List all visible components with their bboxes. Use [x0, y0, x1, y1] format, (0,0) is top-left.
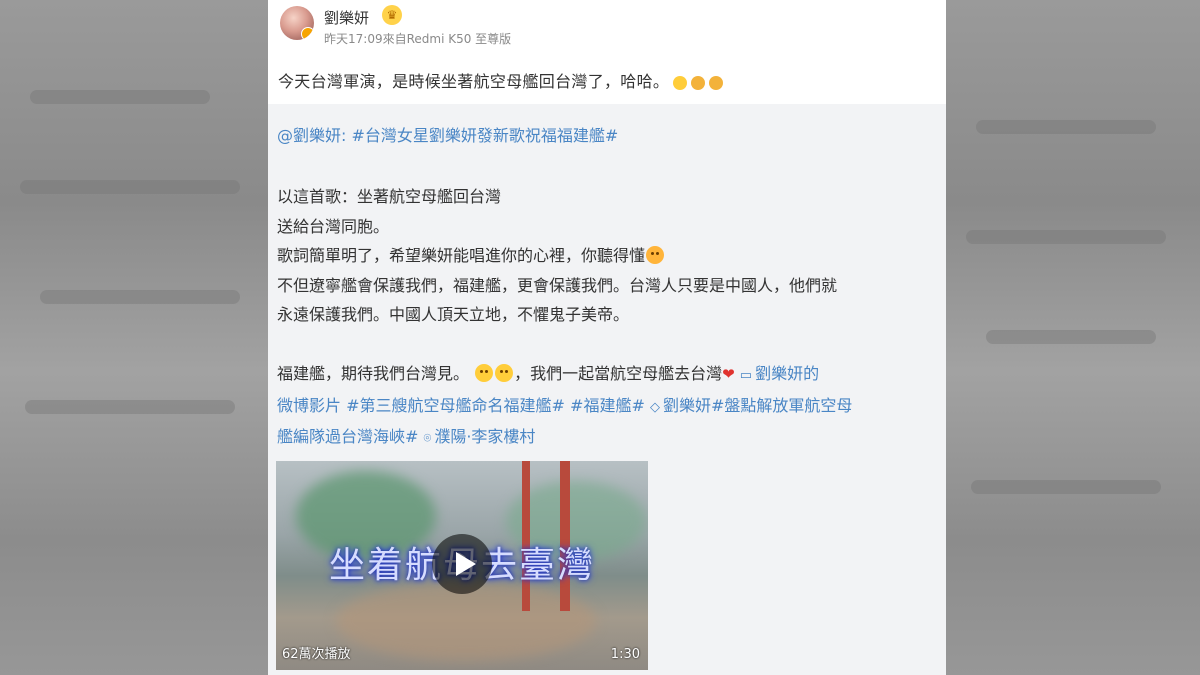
- body-line-text: 歌詞簡單明了，希望樂妍能唱進你的心裡，你聽得懂: [277, 246, 646, 265]
- post-meta: 昨天17:09來自Redmi K50 至尊版: [324, 32, 512, 46]
- body-line: 永遠保護我們。中國人頂天立地，不懼鬼子美帝。: [277, 305, 630, 324]
- laugh-emoji-icon: [673, 75, 688, 90]
- diamond-icon: ◇: [649, 399, 660, 415]
- repost-header: @劉樂妍: #台灣女星劉樂妍發新歌祝福福建艦#: [277, 122, 618, 146]
- hashtag-link[interactable]: #盤點解放軍航空母: [711, 396, 852, 415]
- hashtag-link[interactable]: #台灣女星劉樂妍發新歌祝福福建艦#: [352, 126, 619, 145]
- body-line: 不但遼寧艦會保護我們，福建艦，更會保護我們。台灣人只要是中國人，他們就: [277, 275, 838, 295]
- body-line: 歌詞簡單明了，希望樂妍能唱進你的心裡，你聽得懂: [277, 241, 937, 271]
- location-pin-icon: ⌾: [423, 431, 432, 446]
- post-header: 劉樂妍 ♛ 昨天17:09來自Redmi K50 至尊版 今天台灣軍演，是時候坐…: [268, 0, 946, 104]
- repost-body: 以這首歌：坐著航空母艦回台灣 送給台灣同胞。 歌詞簡單明了，希望樂妍能唱進你的心…: [277, 182, 937, 454]
- body-line: 福建艦，期待我們台灣見。 ，我們一起當航空母艦去台灣❤ ▭ 劉樂妍的: [277, 359, 937, 391]
- repost-block: @劉樂妍: #台灣女星劉樂妍發新歌祝福福建艦# 以這首歌：坐著航空母艦回台灣 送…: [268, 104, 946, 675]
- avatar[interactable]: [280, 6, 314, 40]
- weibo-post-card: 劉樂妍 ♛ 昨天17:09來自Redmi K50 至尊版 今天台灣軍演，是時候坐…: [268, 0, 946, 675]
- video-link[interactable]: 劉樂妍的: [755, 364, 819, 383]
- video-player[interactable]: 坐着航母去臺灣 62萬次播放 1:30: [276, 461, 648, 670]
- fist-emoji-icon: [709, 75, 724, 90]
- hashtag-link-continued[interactable]: 艦編隊過台灣海峽#: [277, 427, 418, 446]
- play-icon[interactable]: [432, 534, 492, 594]
- mention-link[interactable]: @劉樂妍:: [277, 126, 346, 145]
- smile-emoji-icon: [495, 364, 514, 382]
- kiss-emoji-icon: [646, 246, 665, 264]
- view-count: 62萬次播放: [282, 647, 351, 662]
- blurred-background-left: [0, 0, 268, 675]
- fist-emoji-icon: [691, 75, 706, 90]
- post-text-content: 今天台灣軍演，是時候坐著航空母艦回台灣了，哈哈。: [278, 72, 670, 91]
- body-line: 送給台灣同胞。: [277, 216, 390, 236]
- body-line: 以這首歌：坐著航空母艦回台灣: [277, 187, 502, 206]
- hashtag-link[interactable]: #福建艦#: [570, 396, 645, 415]
- grin-emoji-icon: [475, 364, 494, 382]
- username[interactable]: 劉樂妍: [324, 7, 369, 28]
- body-line-text: 福建艦，期待我們台灣見。: [277, 364, 470, 383]
- hashtag-link[interactable]: #第三艘航空母艦命名福建艦#: [346, 396, 565, 415]
- heart-icon: ❤: [722, 365, 735, 383]
- video-duration: 1:30: [610, 647, 640, 662]
- body-line: 微博影片 #第三艘航空母艦命名福建艦# #福建艦# ◇ 劉樂妍#盤點解放軍航空母: [277, 391, 937, 423]
- super-topic-link[interactable]: 劉樂妍: [663, 396, 711, 415]
- verified-badge-icon: [301, 27, 314, 40]
- post-text: 今天台灣軍演，是時候坐著航空母艦回台灣了，哈哈。: [278, 68, 724, 92]
- location-link[interactable]: 濮陽·李家樓村: [434, 427, 535, 446]
- video-camera-icon: ▭: [739, 368, 753, 383]
- body-line-blank: [277, 330, 937, 360]
- crown-badge-icon: ♛: [382, 5, 402, 25]
- body-line-text: ，我們一起當航空母艦去台灣: [514, 364, 723, 383]
- video-link-continued[interactable]: 微博影片: [277, 396, 341, 415]
- body-line: 艦編隊過台灣海峽# ⌾ 濮陽·李家樓村: [277, 422, 937, 454]
- blurred-background-right: [946, 0, 1200, 675]
